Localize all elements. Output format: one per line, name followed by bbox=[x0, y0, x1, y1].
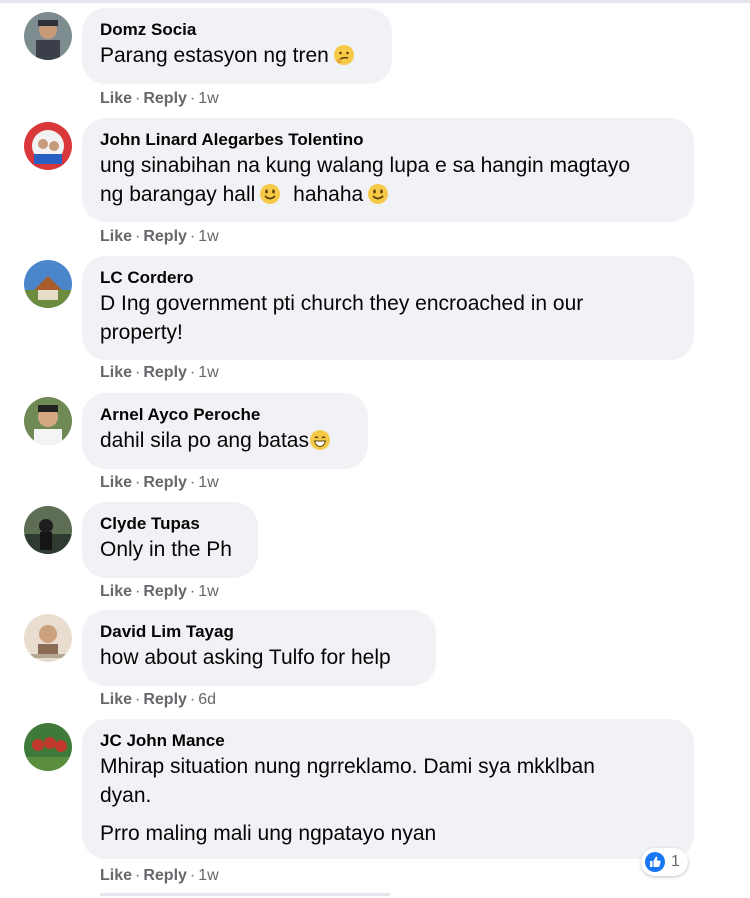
bottom-divider bbox=[100, 893, 390, 896]
comment-bubble: JC John Mance Mhirap situation nung ngrr… bbox=[82, 719, 694, 859]
like-icon bbox=[644, 851, 666, 873]
comment-author[interactable]: Clyde Tupas bbox=[100, 513, 240, 535]
comment-text: Only in the Ph bbox=[100, 538, 232, 561]
avatar[interactable] bbox=[24, 122, 72, 170]
comment-author[interactable]: John Linard Alegarbes Tolentino bbox=[100, 129, 676, 151]
comment-author[interactable]: LC Cordero bbox=[100, 267, 676, 289]
timestamp[interactable]: 1w bbox=[198, 583, 218, 600]
comment-actions: Like · Reply · 1w bbox=[100, 227, 219, 247]
grinning-face-icon bbox=[309, 429, 331, 451]
like-link[interactable]: Like bbox=[100, 867, 132, 884]
separator: · bbox=[189, 867, 196, 884]
comment-actions: Like · Reply · 1w bbox=[100, 582, 219, 602]
timestamp[interactable]: 1w bbox=[198, 867, 218, 884]
separator: · bbox=[189, 228, 196, 245]
avatar[interactable] bbox=[24, 506, 72, 554]
comment-text: how about asking Tulfo for help bbox=[100, 646, 391, 669]
comment-author[interactable]: JC John Mance bbox=[100, 730, 676, 752]
separator: · bbox=[135, 691, 141, 708]
smiley-face-icon bbox=[259, 183, 281, 205]
comment-text: Prro maling mali ung ngpatayo nyan bbox=[100, 822, 437, 845]
comment-bubble: Clyde Tupas Only in the Ph bbox=[82, 502, 258, 578]
timestamp[interactable]: 1w bbox=[198, 90, 218, 107]
separator: · bbox=[135, 474, 141, 491]
comment-text: Mhirap situation nung ngrreklamo. Dami s… bbox=[100, 755, 595, 807]
comment-text: Parang estasyon ng tren bbox=[100, 41, 374, 70]
separator: · bbox=[189, 90, 196, 107]
like-link[interactable]: Like bbox=[100, 583, 132, 600]
reply-link[interactable]: Reply bbox=[143, 867, 187, 884]
reply-link[interactable]: Reply bbox=[143, 90, 187, 107]
timestamp[interactable]: 6d bbox=[198, 691, 216, 708]
like-link[interactable]: Like bbox=[100, 364, 132, 381]
reply-link[interactable]: Reply bbox=[143, 691, 187, 708]
comment-actions: Like · Reply · 6d bbox=[100, 690, 216, 710]
comment-actions: Like · Reply · 1w bbox=[100, 363, 219, 383]
separator: · bbox=[189, 691, 196, 708]
separator: · bbox=[189, 474, 196, 491]
separator: · bbox=[189, 364, 196, 381]
comment-bubble: LC Cordero D Ing government pti church t… bbox=[82, 256, 694, 360]
avatar[interactable] bbox=[24, 723, 72, 771]
comment-bubble: Domz Socia Parang estasyon ng tren bbox=[82, 8, 392, 84]
avatar[interactable] bbox=[24, 12, 72, 60]
comment-actions: Like · Reply · 1w bbox=[100, 866, 219, 886]
thinking-face-icon bbox=[333, 44, 355, 66]
timestamp[interactable]: 1w bbox=[198, 228, 218, 245]
like-link[interactable]: Like bbox=[100, 474, 132, 491]
separator: · bbox=[135, 867, 141, 884]
comment-actions: Like · Reply · 1w bbox=[100, 89, 219, 109]
comment-text: D Ing government pti church they encroac… bbox=[100, 292, 584, 344]
comment-author[interactable]: David Lim Tayag bbox=[100, 621, 418, 643]
comment-author[interactable]: Domz Socia bbox=[100, 19, 374, 41]
separator: · bbox=[135, 583, 141, 600]
reply-link[interactable]: Reply bbox=[143, 364, 187, 381]
avatar[interactable] bbox=[24, 397, 72, 445]
separator: · bbox=[135, 228, 141, 245]
smiley-face-icon bbox=[367, 183, 389, 205]
comment-bubble: Arnel Ayco Peroche dahil sila po ang bat… bbox=[82, 393, 368, 469]
comment-author[interactable]: Arnel Ayco Peroche bbox=[100, 404, 350, 426]
separator: · bbox=[135, 90, 141, 107]
comment-bubble: John Linard Alegarbes Tolentino ung sina… bbox=[82, 118, 694, 222]
comment-text: ung sinabihan na kung walang lupa e sa h… bbox=[100, 154, 631, 206]
like-link[interactable]: Like bbox=[100, 691, 132, 708]
avatar[interactable] bbox=[24, 614, 72, 662]
reply-link[interactable]: Reply bbox=[143, 583, 187, 600]
comment-actions: Like · Reply · 1w bbox=[100, 473, 219, 493]
comment-bubble: David Lim Tayag how about asking Tulfo f… bbox=[82, 610, 436, 686]
timestamp[interactable]: 1w bbox=[198, 474, 218, 491]
reply-link[interactable]: Reply bbox=[143, 474, 187, 491]
avatar[interactable] bbox=[24, 260, 72, 308]
top-divider bbox=[0, 0, 750, 3]
separator: · bbox=[189, 583, 196, 600]
separator: · bbox=[135, 364, 141, 381]
reply-link[interactable]: Reply bbox=[143, 228, 187, 245]
reaction-summary[interactable]: 1 bbox=[641, 848, 688, 876]
like-link[interactable]: Like bbox=[100, 90, 132, 107]
timestamp[interactable]: 1w bbox=[198, 364, 218, 381]
reaction-count: 1 bbox=[671, 853, 680, 870]
like-link[interactable]: Like bbox=[100, 228, 132, 245]
comment-text: dahil sila po ang batas bbox=[100, 426, 350, 455]
